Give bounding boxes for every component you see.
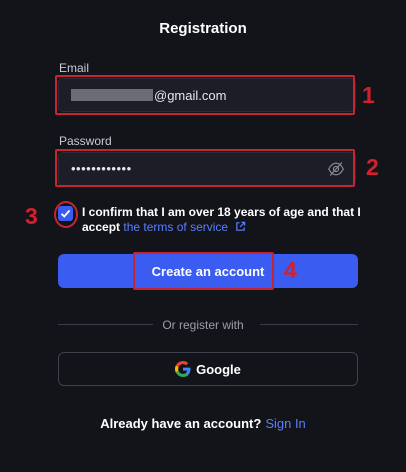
annotation-box-submit [133, 252, 274, 290]
annotation-box-password [55, 149, 355, 187]
signin-link[interactable]: Sign In [265, 416, 305, 431]
consent-text: I confirm that I am over 18 years of age… [82, 205, 361, 234]
divider-line-right [260, 324, 358, 325]
annotation-number-1: 1 [362, 82, 375, 108]
email-label: Email [59, 61, 90, 75]
external-link-icon[interactable] [235, 221, 246, 232]
annotation-number-4: 4 [284, 257, 297, 283]
annotation-box-email [55, 75, 355, 115]
google-signup-button[interactable]: Google [58, 352, 358, 386]
annotation-number-3: 3 [25, 203, 38, 229]
google-label: Google [196, 361, 241, 377]
google-logo-icon [175, 361, 191, 377]
divider-text: Or register with [162, 318, 244, 332]
annotation-circle-checkbox [54, 201, 78, 228]
signin-prompt: Already have an account? Sign In [100, 416, 306, 431]
annotation-number-2: 2 [366, 154, 379, 180]
terms-link[interactable]: the terms of service [123, 220, 228, 234]
page-title: Registration [159, 20, 247, 37]
password-label: Password [59, 134, 112, 148]
